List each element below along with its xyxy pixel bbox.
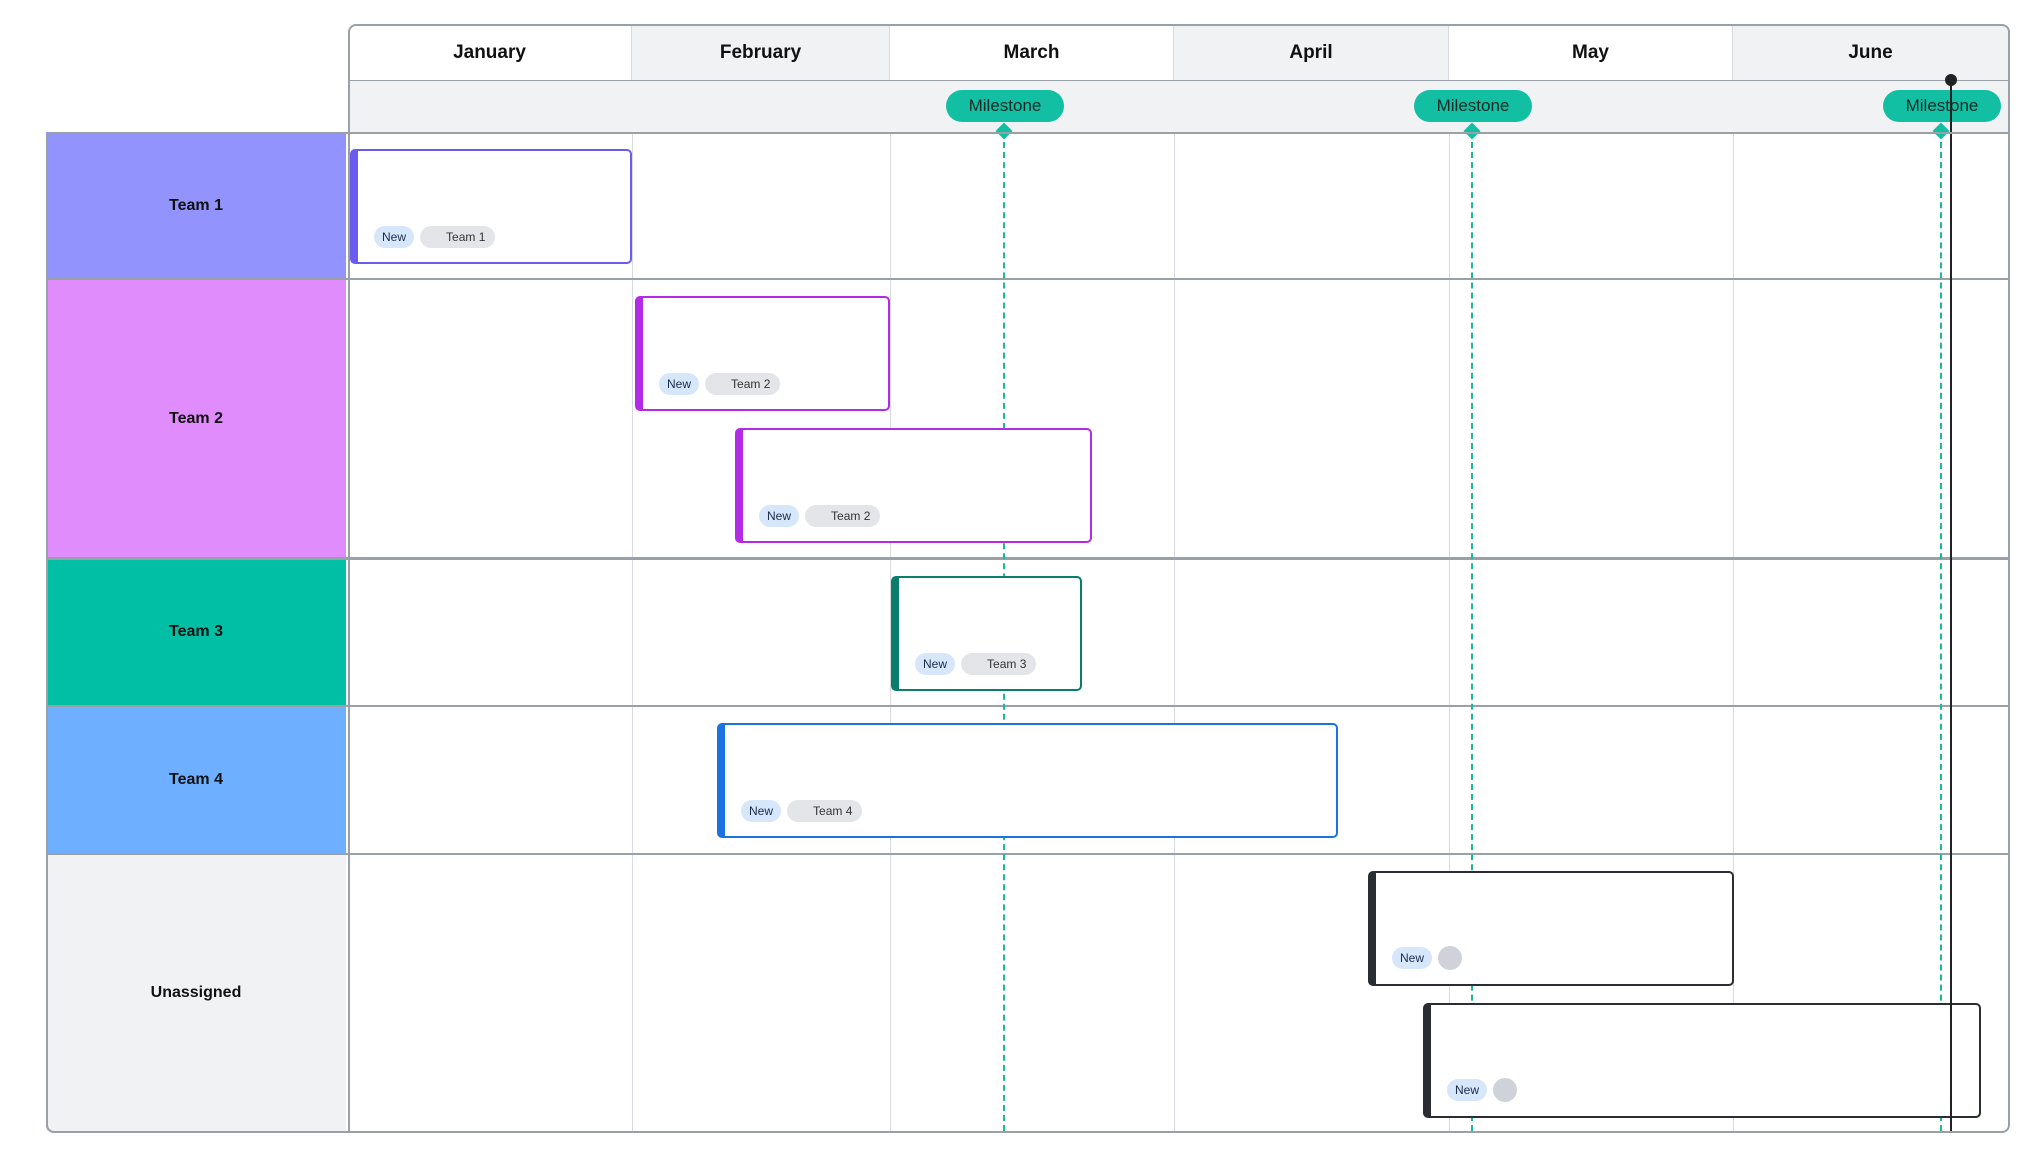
task-card-team-1[interactable]: New Team 1 — [350, 149, 632, 264]
avatar-placeholder[interactable] — [1493, 1078, 1518, 1102]
row-divider — [46, 853, 2008, 855]
task-card-unassigned-a[interactable]: New — [1368, 871, 1734, 986]
milestone-pill-2[interactable]: Milestone — [1414, 90, 1532, 122]
today-marker-handle-icon[interactable] — [1945, 74, 1957, 86]
team-label-2[interactable]: Team 2 — [46, 279, 346, 558]
task-card-team-4[interactable]: New Team 4 — [717, 723, 1338, 838]
month-header-february[interactable]: February — [632, 26, 890, 80]
avatar-placeholder[interactable] — [1438, 946, 1463, 970]
milestone-band — [348, 80, 2008, 133]
task-tags: New — [1447, 1078, 1518, 1102]
task-card-team-3[interactable]: New Team 3 — [891, 576, 1082, 691]
row-divider — [46, 557, 2008, 560]
status-badge: New — [1447, 1079, 1488, 1101]
team-tag: Team 2 — [805, 505, 881, 527]
status-badge: New — [1392, 947, 1433, 969]
roadmap-board: January February March April May June Te… — [0, 0, 2038, 1167]
task-tags: New Team 2 — [659, 373, 781, 395]
row-divider — [46, 278, 2008, 280]
month-header-april[interactable]: April — [1174, 26, 1449, 80]
team-tag: Team 1 — [420, 226, 496, 248]
grid-line — [632, 132, 633, 1131]
task-tags: New Team 3 — [915, 653, 1037, 675]
task-tags: New Team 2 — [759, 505, 881, 527]
milestone-pill-3[interactable]: Milestone — [1883, 90, 2001, 122]
team-label-3[interactable]: Team 3 — [46, 558, 346, 706]
status-badge: New — [915, 653, 956, 675]
task-tags: New — [1392, 946, 1463, 970]
task-tags: New Team 4 — [741, 800, 863, 822]
row-divider — [46, 705, 2008, 707]
task-card-team-2b[interactable]: New Team 2 — [735, 428, 1092, 543]
milestone-line — [1940, 132, 1942, 1131]
team-tag: Team 2 — [705, 373, 781, 395]
team-label-1[interactable]: Team 1 — [46, 132, 346, 279]
month-header-may[interactable]: May — [1449, 26, 1733, 80]
team-label-unassigned[interactable]: Unassigned — [46, 854, 346, 1131]
today-marker-line[interactable] — [1950, 80, 1952, 1131]
task-card-unassigned-b[interactable]: New — [1423, 1003, 1981, 1118]
task-tags: New Team 1 — [374, 226, 496, 248]
month-header-june[interactable]: June — [1733, 26, 2008, 80]
month-header-january[interactable]: January — [348, 26, 632, 80]
milestone-pill-1[interactable]: Milestone — [946, 90, 1064, 122]
grid-line — [1174, 132, 1175, 1131]
task-card-team-2a[interactable]: New Team 2 — [635, 296, 890, 411]
status-badge: New — [374, 226, 415, 248]
status-badge: New — [759, 505, 800, 527]
team-tag: Team 4 — [787, 800, 863, 822]
month-header-march[interactable]: March — [890, 26, 1174, 80]
team-label-4[interactable]: Team 4 — [46, 706, 346, 854]
status-badge: New — [659, 373, 700, 395]
status-badge: New — [741, 800, 782, 822]
team-tag: Team 3 — [961, 653, 1037, 675]
